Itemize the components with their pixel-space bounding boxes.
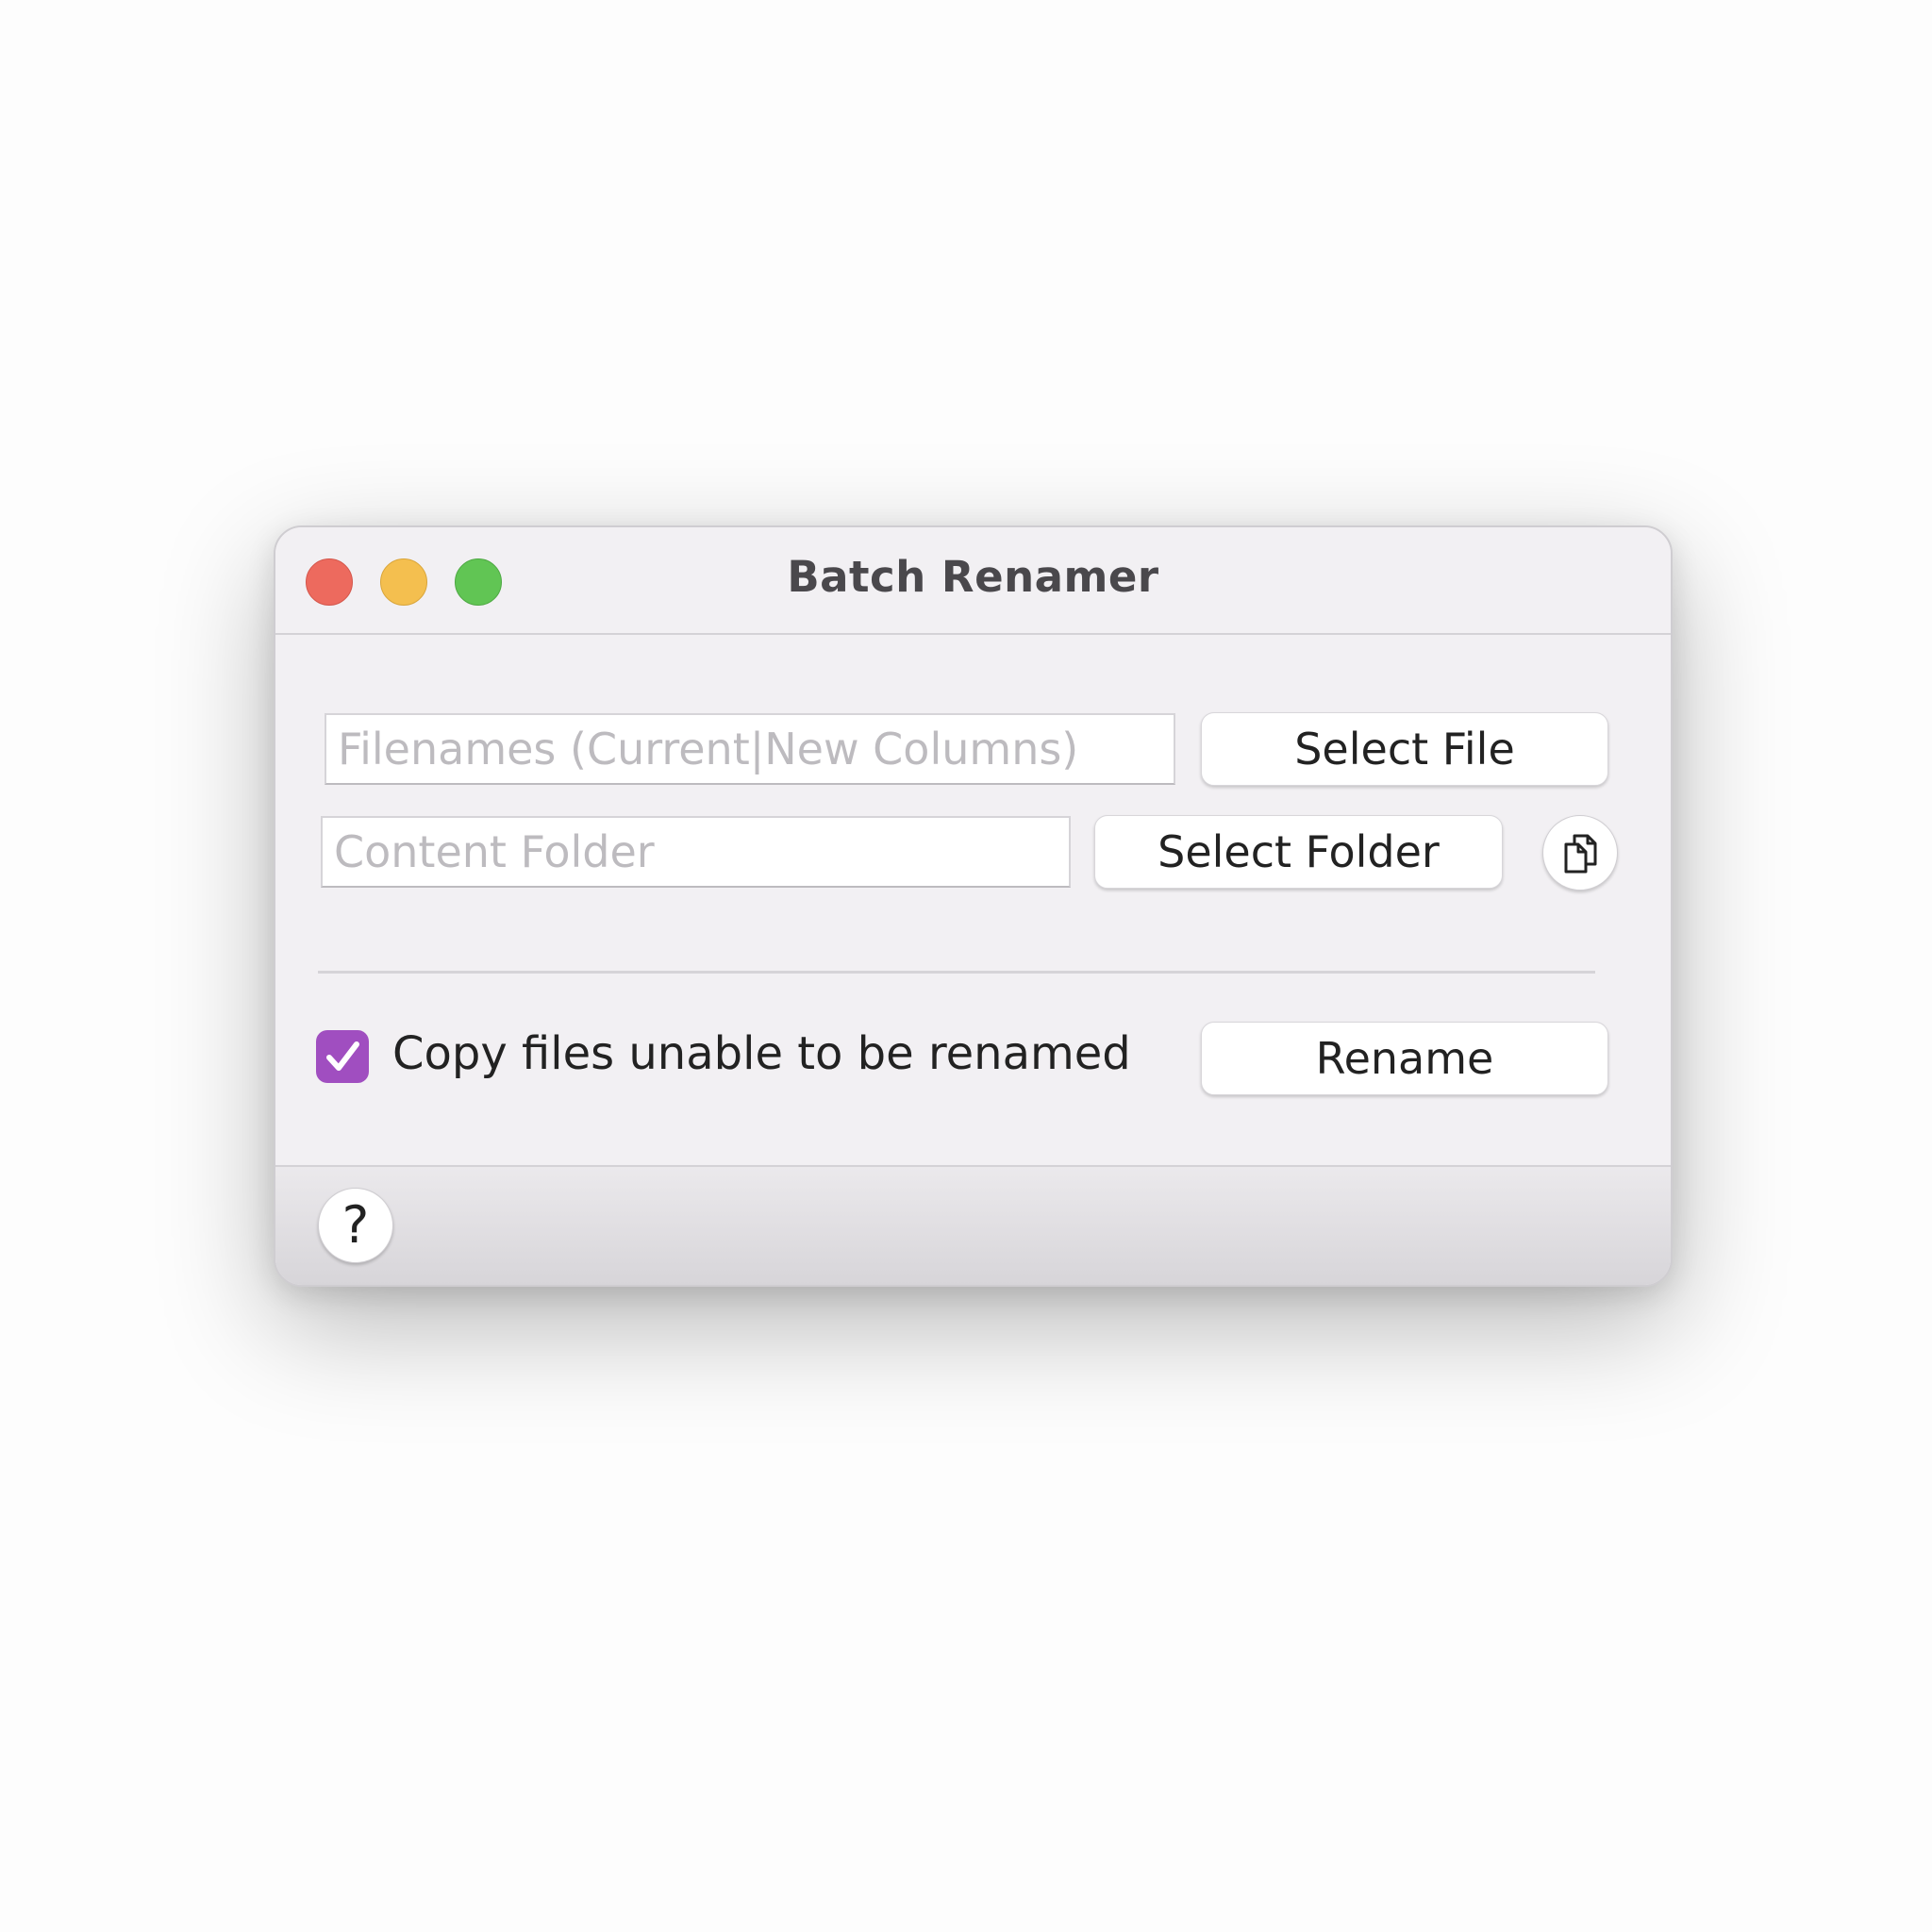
rename-button[interactable]: Rename: [1201, 1022, 1608, 1095]
copy-files-checkbox[interactable]: [316, 1030, 369, 1083]
copy-files-label[interactable]: Copy files unable to be renamed: [392, 1027, 1131, 1080]
select-folder-button[interactable]: Select Folder: [1094, 815, 1503, 889]
title-bar[interactable]: Batch Renamer: [275, 527, 1671, 635]
batch-renamer-window: Batch Renamer Select File Select Folder …: [274, 525, 1673, 1287]
section-divider: [318, 971, 1595, 974]
window-title: Batch Renamer: [787, 552, 1159, 602]
filenames-input[interactable]: [325, 713, 1175, 785]
copy-documents-icon: [1564, 834, 1597, 874]
select-file-button[interactable]: Select File: [1201, 712, 1608, 786]
checkmark-icon: [326, 1041, 359, 1071]
footer-bar: ?: [275, 1165, 1671, 1285]
copy-button[interactable]: [1542, 815, 1618, 891]
help-button[interactable]: ?: [318, 1188, 393, 1263]
content-folder-input[interactable]: [321, 816, 1071, 888]
